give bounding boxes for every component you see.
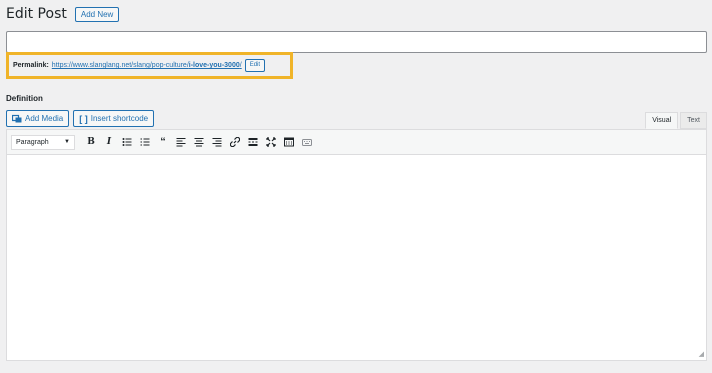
edit-permalink-button[interactable]: Edit [244, 59, 266, 72]
numbered-list-icon[interactable] [136, 133, 154, 151]
link-icon[interactable] [226, 133, 244, 151]
keyboard-icon[interactable] [298, 133, 316, 151]
permalink-url-base: https://www.slanglang.net/slang/pop-cult… [51, 62, 189, 69]
read-more-icon[interactable] [244, 133, 262, 151]
bold-icon[interactable]: B [82, 133, 100, 151]
format-select[interactable]: Paragraph ▼ [11, 134, 75, 150]
blockquote-icon[interactable]: “ [154, 133, 172, 151]
page-title: Edit Post [6, 6, 67, 22]
tab-visual[interactable]: Visual [645, 112, 679, 129]
add-new-button[interactable]: Add New [74, 6, 120, 22]
media-icon [12, 114, 22, 122]
content-editor: Paragraph ▼ B I “ ◢ [6, 129, 707, 361]
permalink-link[interactable]: https://www.slanglang.net/slang/pop-cult… [52, 62, 242, 69]
media-buttons: Add Media [ ] Insert shortcode [6, 110, 155, 127]
tab-text[interactable]: Text [680, 112, 707, 129]
align-right-icon[interactable] [208, 133, 226, 151]
section-label: Definition [6, 94, 43, 103]
editor-toolbar: Paragraph ▼ B I “ [7, 130, 706, 155]
italic-icon[interactable]: I [100, 133, 118, 151]
fullscreen-icon[interactable] [262, 133, 280, 151]
editor-tabs: Visual Text [645, 112, 707, 129]
permalink-highlight: Permalink: https://www.slanglang.net/sla… [6, 52, 293, 79]
insert-shortcode-button[interactable]: [ ] Insert shortcode [73, 110, 155, 127]
permalink-url-slug: i-love-you-3000 [188, 62, 240, 69]
add-media-label: Add Media [25, 114, 64, 123]
format-select-value: Paragraph [16, 138, 49, 146]
permalink-url-end: / [239, 62, 242, 69]
chevron-down-icon: ▼ [64, 139, 70, 145]
permalink-label: Permalink: [13, 62, 49, 69]
post-title-input[interactable] [6, 31, 707, 53]
align-center-icon[interactable] [190, 133, 208, 151]
page-header: Edit Post Add New [6, 6, 120, 22]
toolbar-toggle-icon[interactable] [280, 133, 298, 151]
shortcode-icon: [ ] [79, 113, 88, 124]
resize-handle-icon[interactable]: ◢ [699, 350, 704, 358]
add-media-button[interactable]: Add Media [6, 110, 70, 127]
align-left-icon[interactable] [172, 133, 190, 151]
editor-content-area[interactable] [7, 155, 706, 360]
bulleted-list-icon[interactable] [118, 133, 136, 151]
insert-shortcode-label: Insert shortcode [90, 114, 149, 123]
